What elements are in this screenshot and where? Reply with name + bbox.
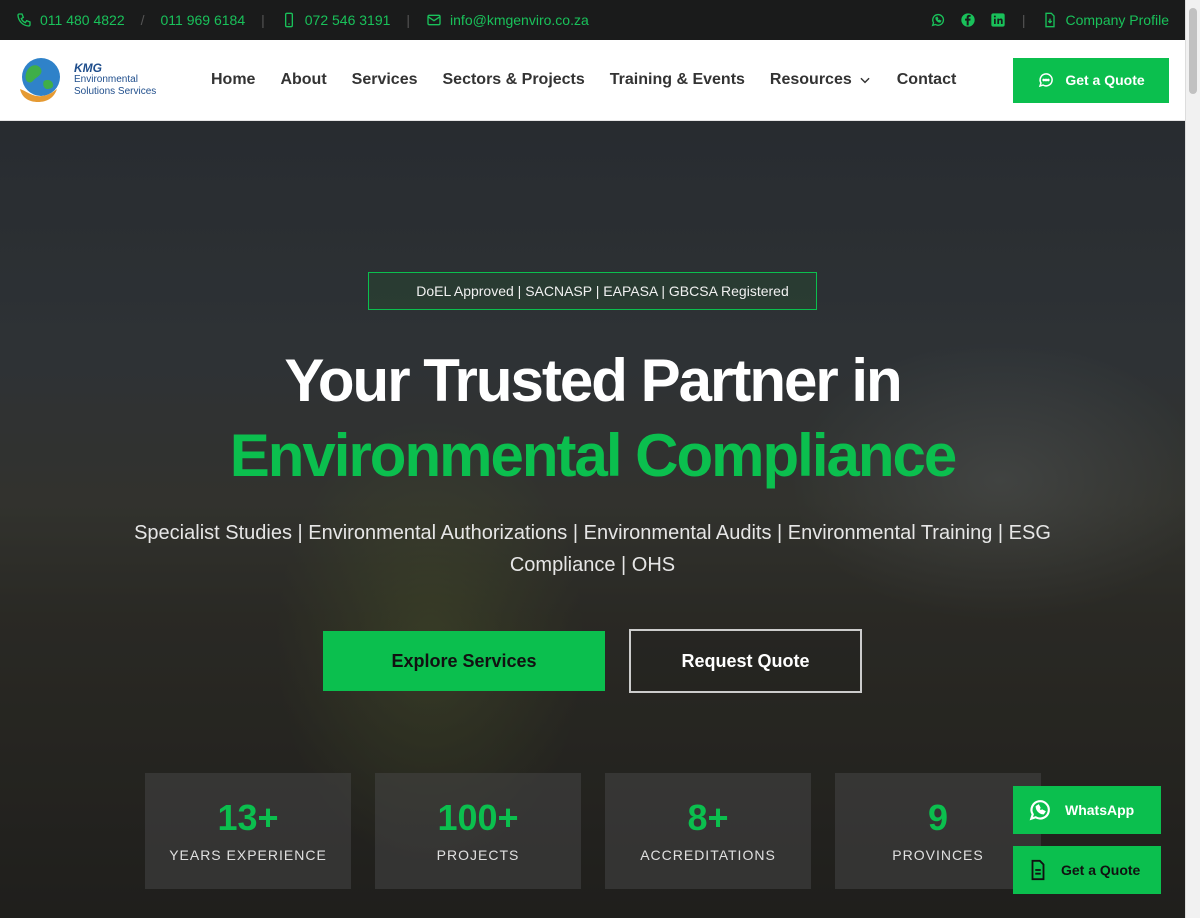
stat-label: YEARS EXPERIENCE (169, 847, 327, 863)
divider: | (261, 12, 265, 28)
floating-whatsapp-button[interactable]: WhatsApp (1013, 786, 1161, 834)
main-nav: Home About Services Sectors & Projects T… (211, 71, 956, 89)
company-profile-label: Company Profile (1065, 12, 1170, 28)
site-logo[interactable]: KMG Environmental Solutions Services (16, 55, 206, 105)
header-get-quote-button[interactable]: Get a Quote (1013, 57, 1169, 103)
mobile-icon (284, 12, 293, 28)
hero-subtitle: Specialist Studies | Environmental Autho… (134, 522, 1051, 576)
request-quote-button[interactable]: Request Quote (629, 629, 862, 693)
top-contact-bar: 011 480 4822 / 011 969 6184 | 072 546 31… (0, 0, 1185, 40)
nav-resources[interactable]: Resources (770, 71, 872, 89)
stat-card: 13+ YEARS EXPERIENCE (145, 773, 351, 889)
logo-brand-text: KMG (74, 61, 102, 75)
whatsapp-icon (1029, 800, 1050, 821)
logo-line-1: Environmental (74, 74, 138, 85)
hero-section: DoEL Approved | SACNASP | EAPASA | GBCSA… (0, 121, 1185, 918)
nav-resources-label: Resources (769, 71, 852, 88)
divider: | (406, 12, 411, 28)
floating-quote-label: Get a Quote (1061, 862, 1141, 878)
phone-icon (17, 13, 31, 27)
globe-hands-logo-icon (20, 58, 60, 102)
nav-training-events[interactable]: Training & Events (610, 71, 745, 89)
stat-card: 9 PROVINCES (835, 773, 1041, 889)
header-quote-label: Get a Quote (1065, 72, 1145, 88)
facebook-icon[interactable] (960, 12, 976, 28)
floating-get-quote-button[interactable]: Get a Quote (1013, 846, 1161, 894)
document-icon (1031, 859, 1045, 881)
phone-link-1[interactable]: 011 480 4822 (16, 12, 125, 28)
whatsapp-icon[interactable] (930, 12, 946, 28)
mail-icon (427, 14, 441, 26)
file-download-icon (1044, 12, 1055, 28)
mobile-link[interactable]: 072 546 3191 (281, 12, 391, 28)
nav-sectors-projects[interactable]: Sectors & Projects (443, 71, 585, 89)
nav-home[interactable]: Home (211, 71, 255, 89)
company-profile-link[interactable]: Company Profile (1042, 12, 1170, 28)
floating-whatsapp-label: WhatsApp (1065, 802, 1135, 818)
linkedin-icon[interactable] (990, 12, 1006, 28)
stat-card: 8+ ACCREDITATIONS (605, 773, 811, 889)
stat-label: ACCREDITATIONS (640, 847, 776, 863)
hero-title-line-2: Environmental Compliance (229, 422, 958, 489)
nav-contact[interactable]: Contact (897, 71, 957, 89)
stat-card: 100+ PROJECTS (375, 773, 581, 889)
email-address: info@kmgenviro.co.za (450, 12, 589, 28)
stat-label: PROJECTS (436, 847, 520, 863)
site-header: KMG Environmental Solutions Services Hom… (0, 40, 1185, 121)
stat-value: 8+ (687, 797, 729, 838)
phone-number-2: 011 969 6184 (160, 12, 246, 28)
stat-value: 9 (927, 797, 949, 838)
nav-about[interactable]: About (280, 71, 326, 89)
scrollbar-thumb[interactable] (1189, 8, 1197, 94)
slash-separator: / (140, 12, 145, 28)
stat-value: 13+ (217, 797, 279, 838)
explore-services-button[interactable]: Explore Services (323, 631, 605, 691)
divider: | (1021, 12, 1026, 28)
email-link[interactable]: info@kmgenviro.co.za (426, 12, 589, 28)
stat-label: PROVINCES (892, 847, 984, 863)
page-scrollbar[interactable] (1185, 0, 1200, 918)
mobile-number: 072 546 3191 (304, 12, 391, 28)
chat-bubble-icon (1039, 73, 1054, 88)
logo-line-2: Solutions Services (74, 86, 157, 97)
phone-link-2[interactable]: 011 969 6184 (161, 12, 246, 28)
phone-number-1: 011 480 4822 (40, 12, 125, 28)
nav-services[interactable]: Services (352, 71, 418, 89)
chevron-down-icon (860, 77, 870, 84)
stat-value: 100+ (437, 797, 519, 838)
accreditation-badge: DoEL Approved | SACNASP | EAPASA | GBCSA… (368, 272, 817, 310)
hero-title-line-1: Your Trusted Partner in (284, 347, 902, 414)
